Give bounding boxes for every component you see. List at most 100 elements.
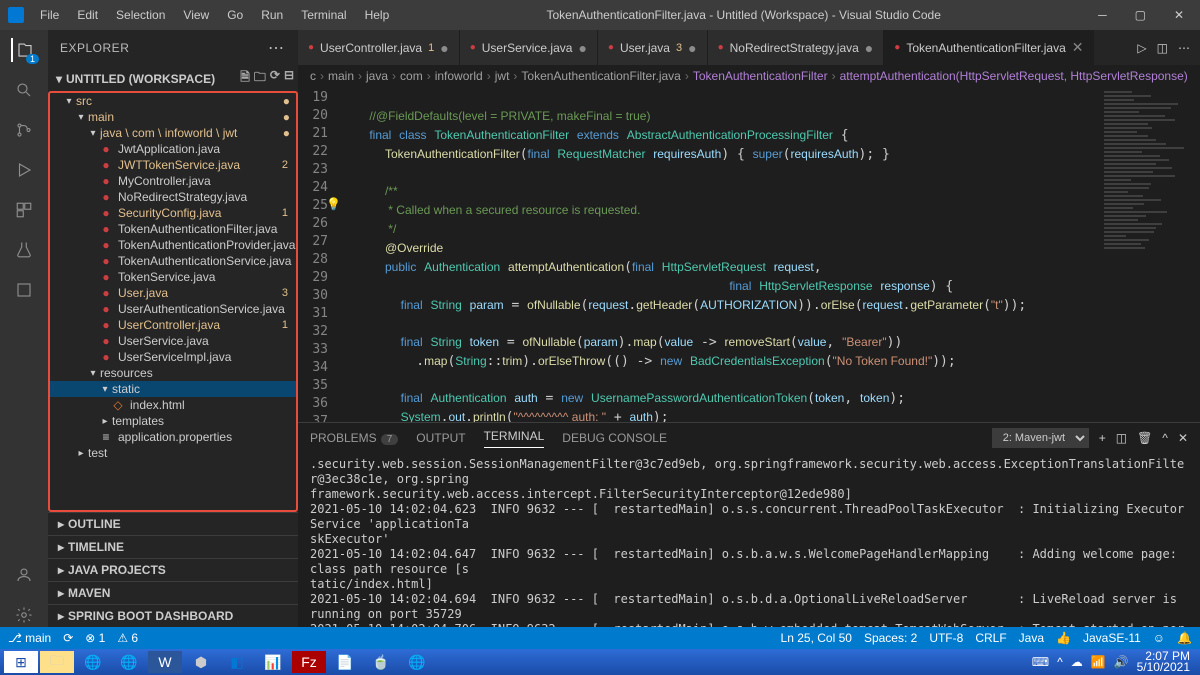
git-branch[interactable]: ⎇ main <box>8 631 51 645</box>
tree-item[interactable]: ▾src● <box>50 93 296 109</box>
kill-terminal-icon[interactable]: 🗑 <box>1137 431 1152 445</box>
terminal-selector[interactable]: 2: Maven-jwt <box>992 428 1089 448</box>
app-icon[interactable]: ⬢ <box>184 651 218 673</box>
tree-item[interactable]: ●MyController.java <box>50 173 296 189</box>
menu-help[interactable]: Help <box>357 4 398 26</box>
workspace-section[interactable]: ▾ UNTITLED (WORKSPACE) 🗎 🗀 ⟳ ⊟ <box>48 66 298 91</box>
run-icon[interactable]: ▷ <box>1137 41 1146 55</box>
settings-gear-icon[interactable] <box>12 603 36 627</box>
lightbulb-icon[interactable]: 💡 <box>326 197 341 211</box>
breadcrumb-segment[interactable]: com <box>400 69 423 83</box>
encoding-status[interactable]: UTF-8 <box>929 631 963 645</box>
menu-view[interactable]: View <box>175 4 217 26</box>
tree-item[interactable]: ●NoRedirectStrategy.java <box>50 189 296 205</box>
app-icon-4[interactable]: 🍵 <box>364 651 398 673</box>
search-icon[interactable] <box>12 78 36 102</box>
tree-item[interactable]: ●JWTTokenService.java2 <box>50 157 296 173</box>
tree-item[interactable]: ●UserAuthenticationService.java <box>50 301 296 317</box>
java-runtime[interactable]: JavaSE-11 <box>1083 631 1141 645</box>
accounts-icon[interactable] <box>12 563 36 587</box>
indent-status[interactable]: Spaces: 2 <box>864 631 917 645</box>
start-button[interactable]: ⊞ <box>4 651 38 673</box>
tree-item[interactable]: ●TokenAuthenticationProvider.java <box>50 237 296 253</box>
breadcrumb-segment[interactable]: attemptAuthentication(HttpServletRequest… <box>840 69 1188 83</box>
tree-item[interactable]: ●UserService.java <box>50 333 296 349</box>
breadcrumb-segment[interactable]: jwt <box>495 69 510 83</box>
section-spring-boot-dashboard[interactable]: ▸SPRING BOOT DASHBOARD <box>48 604 298 627</box>
breadcrumb-segment[interactable]: TokenAuthenticationFilter.java <box>521 69 680 83</box>
thumbs-up-icon[interactable]: 👍 <box>1056 631 1071 645</box>
vscode-taskbar-icon[interactable]: ◧ <box>220 651 254 673</box>
tree-item[interactable]: ▾java \ com \ infoworld \ jwt● <box>50 125 296 141</box>
editor-tab[interactable]: ●UserService.java● <box>460 30 598 65</box>
keyboard-icon[interactable]: ⌨ <box>1032 655 1049 669</box>
file-tree[interactable]: ▾src●▾main●▾java \ com \ infoworld \ jwt… <box>48 91 298 512</box>
editor-tab[interactable]: ●NoRedirectStrategy.java● <box>708 30 885 65</box>
cursor-position[interactable]: Ln 25, Col 50 <box>781 631 852 645</box>
breadcrumb-segment[interactable]: main <box>328 69 354 83</box>
tree-item[interactable]: ≡application.properties <box>50 429 296 445</box>
app-icon-3[interactable]: 📄 <box>328 651 362 673</box>
tree-item[interactable]: ▸templates <box>50 413 296 429</box>
split-terminal-icon[interactable]: ◫ <box>1116 431 1127 445</box>
sync-icon[interactable]: ⟳ <box>63 631 73 645</box>
tree-item[interactable]: ◇index.html <box>50 397 296 413</box>
feedback-icon[interactable]: ☺ <box>1153 631 1165 645</box>
breadcrumb-segment[interactable]: infoworld <box>435 69 483 83</box>
network-icon[interactable]: 📶 <box>1091 655 1106 669</box>
menu-file[interactable]: File <box>32 4 67 26</box>
word-icon[interactable]: W <box>148 651 182 673</box>
close-panel-icon[interactable]: ✕ <box>1178 431 1188 445</box>
tree-item[interactable]: ●JwtApplication.java <box>50 141 296 157</box>
collapse-icon[interactable]: ⊟ <box>284 68 294 89</box>
tree-item[interactable]: ●UserServiceImpl.java <box>50 349 296 365</box>
java-projects-icon[interactable] <box>12 278 36 302</box>
new-file-icon[interactable]: 🗎 <box>240 68 250 89</box>
terminal-output[interactable]: .security.web.session.SessionManagementF… <box>298 453 1200 627</box>
new-folder-icon[interactable]: 🗀 <box>254 68 266 89</box>
tree-item[interactable]: ●TokenAuthenticationFilter.java <box>50 221 296 237</box>
tree-item[interactable]: ●UserController.java1 <box>50 317 296 333</box>
eol-status[interactable]: CRLF <box>975 631 1006 645</box>
menu-terminal[interactable]: Terminal <box>293 4 354 26</box>
tree-item[interactable]: ▸test <box>50 445 296 461</box>
code-editor[interactable]: 💡 19 20 21 22 23 24 25 26 27 28 29 30 31… <box>298 87 1200 422</box>
language-mode[interactable]: Java <box>1019 631 1044 645</box>
tab-terminal[interactable]: TERMINAL <box>484 429 545 448</box>
section-outline[interactable]: ▸OUTLINE <box>48 512 298 535</box>
tree-item[interactable]: ▾static <box>50 381 296 397</box>
editor-tab[interactable]: ●User.java3● <box>598 30 708 65</box>
onedrive-icon[interactable]: ☁ <box>1071 655 1083 669</box>
more-actions-icon[interactable]: ⋯ <box>1178 41 1190 55</box>
new-terminal-icon[interactable]: + <box>1099 431 1106 445</box>
menu-edit[interactable]: Edit <box>69 4 106 26</box>
section-maven[interactable]: ▸MAVEN <box>48 581 298 604</box>
code-content[interactable]: //@FieldDefaults(level = PRIVATE, makeFi… <box>338 87 1100 422</box>
clock[interactable]: 2:07 PM5/10/2021 <box>1137 651 1196 673</box>
breadcrumb-segment[interactable]: TokenAuthenticationFilter <box>693 69 828 83</box>
chrome-icon-2[interactable]: 🌐 <box>112 651 146 673</box>
file-explorer-icon[interactable]: 🗀 <box>40 651 74 673</box>
warnings-count[interactable]: ⚠ 6 <box>117 631 138 645</box>
chrome-icon-3[interactable]: 🌐 <box>400 651 434 673</box>
menu-run[interactable]: Run <box>253 4 291 26</box>
section-timeline[interactable]: ▸TIMELINE <box>48 535 298 558</box>
tree-item[interactable]: ●TokenService.java <box>50 269 296 285</box>
breadcrumb[interactable]: c›main›java›com›infoworld›jwt›TokenAuthe… <box>298 65 1200 87</box>
close-button[interactable]: ✕ <box>1166 8 1192 22</box>
filezilla-icon[interactable]: Fz <box>292 651 326 673</box>
tree-item[interactable]: ●TokenAuthenticationService.java <box>50 253 296 269</box>
maximize-button[interactable]: ▢ <box>1127 8 1154 22</box>
notifications-icon[interactable]: 🔔 <box>1177 631 1192 645</box>
errors-count[interactable]: ⊗ 1 <box>85 631 105 645</box>
volume-icon[interactable]: 🔊 <box>1114 655 1129 669</box>
tab-output[interactable]: OUTPUT <box>416 431 465 445</box>
tray-chevron-icon[interactable]: ^ <box>1057 655 1063 669</box>
tab-debug-console[interactable]: DEBUG CONSOLE <box>562 431 667 445</box>
extensions-icon[interactable] <box>12 198 36 222</box>
sidebar-more-icon[interactable]: ⋯ <box>268 38 286 58</box>
source-control-icon[interactable] <box>12 118 36 142</box>
explorer-icon[interactable] <box>11 38 35 62</box>
chrome-icon[interactable]: 🌐 <box>76 651 110 673</box>
editor-tab[interactable]: ●TokenAuthenticationFilter.java✕ <box>884 30 1094 65</box>
